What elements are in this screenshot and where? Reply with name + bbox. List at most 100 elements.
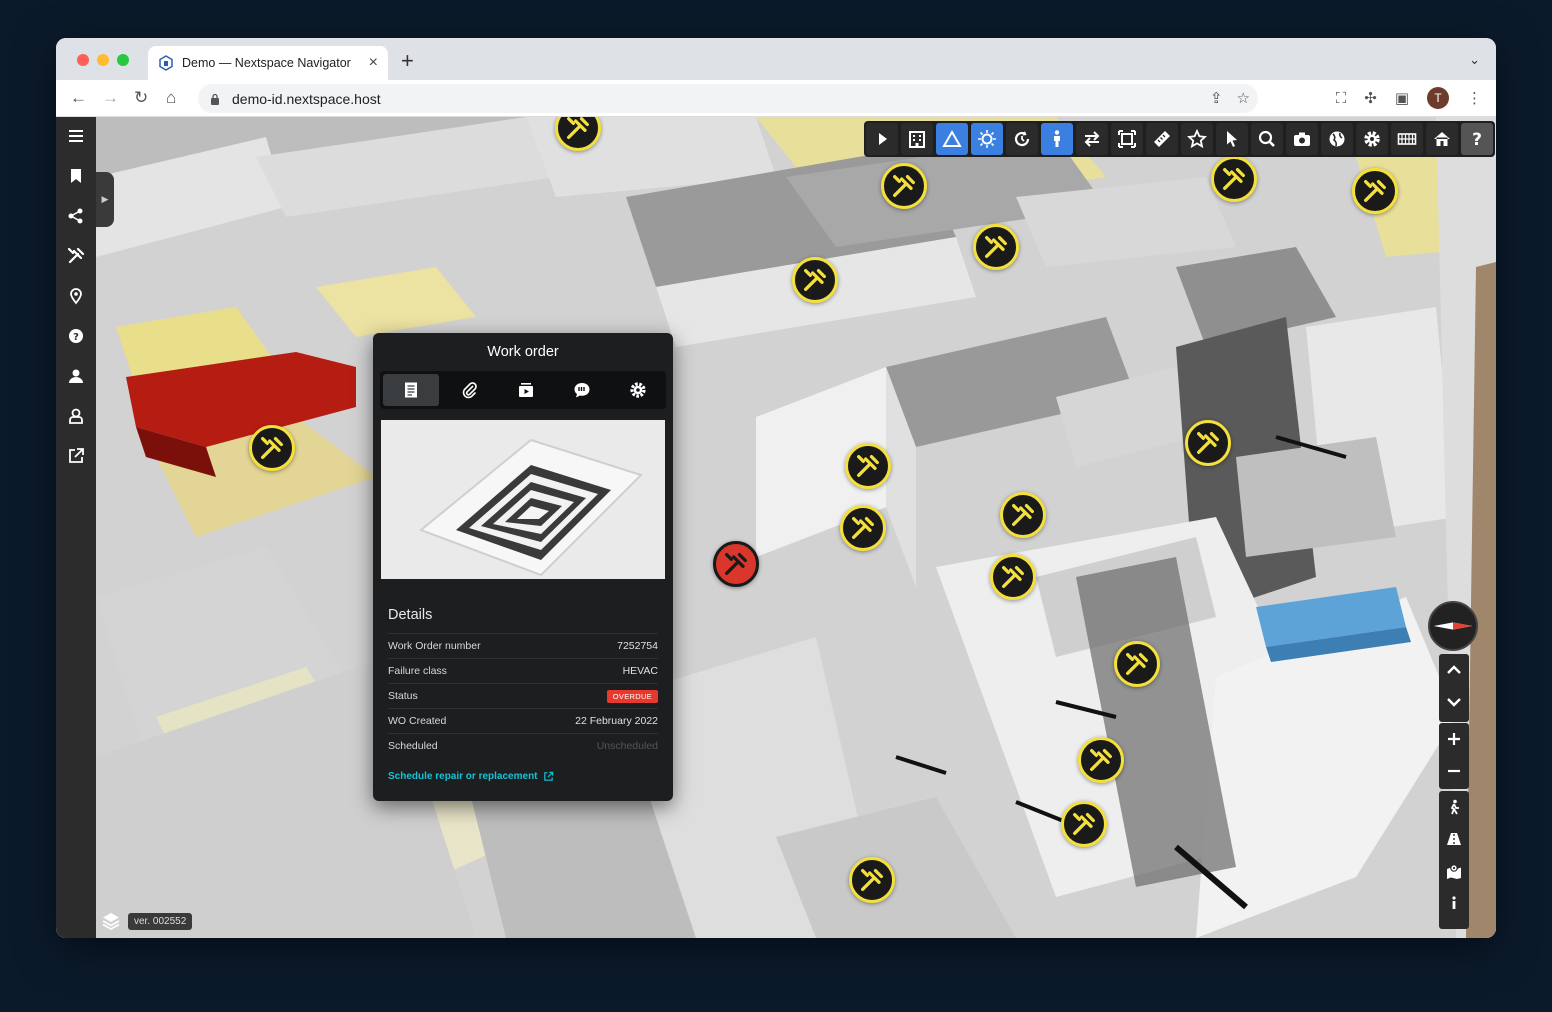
star-icon	[1187, 129, 1207, 149]
play-button[interactable]	[866, 123, 898, 155]
home-icon[interactable]: ⌂	[166, 87, 176, 109]
status-badge: OVERDUE	[606, 689, 658, 703]
tab-media[interactable]	[498, 371, 554, 409]
hamburger-menu-icon	[69, 130, 83, 142]
screen-capture-icon[interactable]: ⛶	[1336, 90, 1347, 107]
tab-details[interactable]	[383, 374, 439, 406]
map-mode-button[interactable]	[1439, 855, 1469, 887]
account-button[interactable]	[56, 360, 96, 392]
3d-viewport[interactable]: ? ▶ ? ver. 002552 Work order Details Wor…	[56, 117, 1496, 938]
details-heading: Details	[388, 607, 433, 623]
address-bar[interactable]: demo-id.nextspace.host ⇪ ☆	[198, 84, 1258, 113]
swap-button[interactable]	[1076, 123, 1108, 155]
locations-button[interactable]	[56, 280, 96, 312]
tab-comments[interactable]	[554, 371, 610, 409]
asset-photo	[381, 420, 665, 579]
external-link-icon	[543, 771, 553, 781]
work-order-marker[interactable]	[881, 163, 927, 209]
keyboard-button[interactable]	[1391, 123, 1423, 155]
globe-button[interactable]	[1321, 123, 1353, 155]
fit-view-button[interactable]	[1111, 123, 1143, 155]
wrench-screwdriver-icon	[861, 869, 883, 891]
select-button[interactable]	[1216, 123, 1248, 155]
minimize-window-button[interactable]	[97, 54, 109, 66]
work-order-marker[interactable]	[990, 554, 1036, 600]
wrench-screwdriver-icon	[261, 437, 283, 459]
home-view-button[interactable]	[1426, 123, 1458, 155]
wrench-screwdriver-icon	[1126, 653, 1148, 675]
tilt-up-button[interactable]	[1439, 654, 1469, 686]
work-order-marker[interactable]	[849, 857, 895, 903]
compass-widget[interactable]	[1428, 601, 1478, 651]
work-order-marker[interactable]	[845, 443, 891, 489]
pedestrian-mode-button[interactable]	[1439, 791, 1469, 823]
gear-icon	[1364, 131, 1380, 147]
sidepanel-icon[interactable]: ▣	[1395, 89, 1409, 107]
search-button[interactable]	[1251, 123, 1283, 155]
close-window-button[interactable]	[77, 54, 89, 66]
building-3d-scene[interactable]	[56, 117, 1496, 938]
work-order-marker[interactable]	[1078, 737, 1124, 783]
viewer-help-button[interactable]: ?	[1461, 123, 1493, 155]
settings-button[interactable]	[1356, 123, 1388, 155]
chevron-down-icon	[1447, 698, 1461, 707]
lighting-button[interactable]	[971, 123, 1003, 155]
favorites-button[interactable]	[1181, 123, 1213, 155]
work-order-marker[interactable]	[1185, 420, 1231, 466]
reload-icon[interactable]: ↻	[134, 87, 148, 109]
zoom-out-button[interactable]	[1439, 755, 1469, 787]
url-text: demo-id.nextspace.host	[232, 90, 381, 107]
bookmarks-button[interactable]	[56, 160, 96, 192]
work-order-marker[interactable]	[840, 505, 886, 551]
detail-label: Work Order number	[388, 640, 481, 652]
maximize-window-button[interactable]	[117, 54, 129, 66]
operator-button[interactable]	[56, 400, 96, 432]
layers-icon[interactable]	[100, 910, 122, 932]
close-tab-icon[interactable]: ×	[369, 54, 378, 72]
work-order-marker[interactable]	[792, 257, 838, 303]
sidebar-expand-handle[interactable]: ▶	[96, 172, 114, 227]
work-order-marker[interactable]	[973, 224, 1019, 270]
back-icon[interactable]: ←	[70, 87, 87, 109]
zoom-in-button[interactable]	[1439, 723, 1469, 755]
menu-button[interactable]	[56, 120, 96, 152]
wrench-screwdriver-icon	[1002, 566, 1024, 588]
work-order-marker[interactable]	[1352, 168, 1398, 214]
tab-settings[interactable]	[610, 371, 666, 409]
measure-button[interactable]	[1146, 123, 1178, 155]
work-order-marker[interactable]	[249, 425, 295, 471]
tilt-down-button[interactable]	[1439, 686, 1469, 718]
work-order-marker[interactable]	[1061, 801, 1107, 847]
house-icon	[1434, 132, 1450, 146]
work-order-marker[interactable]	[1000, 492, 1046, 538]
road-mode-button[interactable]	[1439, 823, 1469, 855]
share-button[interactable]	[56, 200, 96, 232]
external-link-button[interactable]	[56, 440, 96, 472]
version-indicator: ver. 002552	[100, 910, 193, 932]
screenshot-button[interactable]	[1286, 123, 1318, 155]
terrain-button[interactable]	[936, 123, 968, 155]
extensions-icon[interactable]: ✣	[1364, 89, 1377, 107]
schedule-repair-link[interactable]: Schedule repair or replacement	[388, 771, 554, 782]
share-icon[interactable]: ⇪	[1210, 89, 1223, 107]
detail-label: Status	[388, 690, 418, 702]
tab-search-chevron-icon[interactable]: ⌄	[1469, 52, 1480, 68]
work-order-marker[interactable]	[1114, 641, 1160, 687]
panel-tabs	[380, 371, 666, 409]
menu-kebab-icon[interactable]: ⋮	[1467, 89, 1482, 107]
profile-avatar[interactable]: T	[1427, 87, 1449, 109]
walk-mode-button[interactable]	[1041, 123, 1073, 155]
building-button[interactable]	[901, 123, 933, 155]
clock-rewind-icon	[1014, 131, 1030, 147]
forward-icon[interactable]: →	[102, 87, 119, 109]
bookmark-star-icon[interactable]: ☆	[1237, 89, 1250, 107]
new-tab-button[interactable]: +	[401, 50, 414, 72]
history-button[interactable]	[1006, 123, 1038, 155]
work-order-marker-selected[interactable]	[713, 541, 759, 587]
tab-attachments[interactable]	[442, 371, 498, 409]
tools-button[interactable]	[56, 240, 96, 272]
work-order-marker[interactable]	[1211, 156, 1257, 202]
info-button[interactable]	[1439, 887, 1469, 919]
help-button[interactable]: ?	[56, 320, 96, 352]
browser-tab[interactable]: Demo — Nextspace Navigator ×	[148, 46, 388, 80]
